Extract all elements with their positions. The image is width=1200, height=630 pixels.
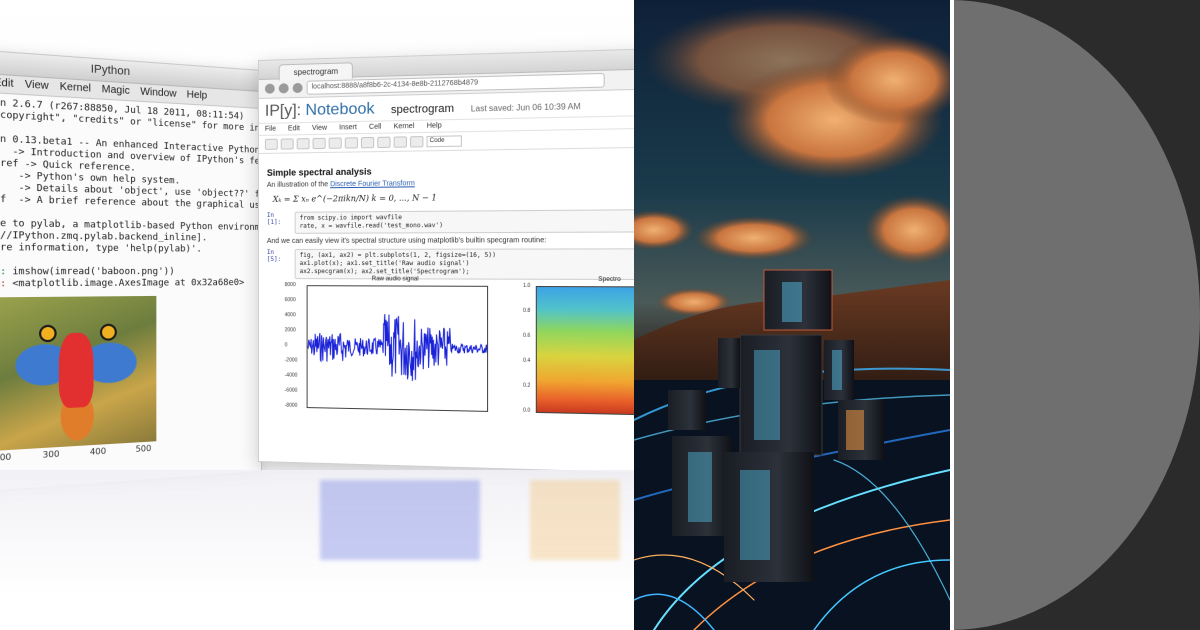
code-line: from scipy.io import wavfile (300, 214, 402, 222)
cell-input[interactable]: from scipy.io import wavfile rate, x = w… (295, 209, 634, 234)
notebook-menu-item[interactable]: Insert (339, 124, 357, 131)
terminal-menu-item[interactable]: Help (187, 87, 208, 105)
waveform-line (308, 313, 487, 382)
illustration-svg (634, 0, 950, 630)
add-cell-icon[interactable] (281, 138, 294, 149)
terminal-command[interactable]: imshow(imread('baboon.png')) (12, 267, 174, 278)
eye-shape (39, 325, 57, 343)
run-icon[interactable] (377, 137, 390, 148)
notebook-menu-item[interactable]: File (265, 126, 276, 133)
copy-icon[interactable] (313, 138, 326, 149)
y-tick-label: 1.0 (523, 283, 530, 289)
x-tick-label: 300 (43, 449, 60, 460)
terminal-menu-item[interactable]: Window (140, 84, 176, 103)
code-line: ax1.plot(x); ax1.set_title('Raw audio si… (300, 260, 470, 267)
y-tick-label: 6000 (285, 297, 296, 303)
terminal-menu-item[interactable]: View (25, 77, 49, 96)
terminal-line: ://IPython.zmq.pylab.backend_inline]. (0, 230, 207, 243)
code-cell[interactable]: In [1]: from scipy.io import wavfile rat… (267, 209, 634, 234)
waveform-svg (308, 286, 487, 411)
code-line: fig, (ax1, ax2) = plt.subplots(1, 2, fig… (300, 252, 496, 259)
markdown-heading: Simple spectral analysis (267, 163, 634, 178)
last-saved-status: Last saved: Jun 06 10:39 AM (471, 102, 581, 114)
y-tick-label: -8000 (285, 403, 298, 409)
notebook-menu-item[interactable]: Help (427, 122, 442, 129)
move-down-icon[interactable] (361, 137, 374, 148)
intro-text: An illustration of the (267, 181, 328, 189)
notebook-title[interactable]: spectrogram (391, 103, 454, 117)
spectrogram-plot (536, 286, 634, 416)
x-tick-label: 500 (136, 444, 152, 454)
cell-prompt: In [5]: (267, 249, 289, 279)
notebook-menu-item[interactable]: Edit (288, 125, 300, 132)
terminal-menu-item[interactable]: Edit (0, 75, 14, 94)
logo-notebook-text: Notebook (306, 100, 375, 119)
nose-shape (59, 333, 94, 409)
screenshot-collage-panel: IPython Edit View Kernel Magic Window He… (0, 0, 634, 630)
cloud-shapes (634, 5, 950, 316)
x-tick-label: 200 (0, 452, 11, 463)
y-tick-label: 0.2 (523, 383, 530, 389)
terminal-output: on 2.6.7 (r267:88850, Jul 18 2011, 08:11… (0, 90, 261, 291)
terminal-command-output: <matplotlib.image.AxesImage at 0x32a68e0… (12, 278, 244, 289)
stop-icon[interactable] (394, 136, 407, 147)
terminal-menu-item[interactable]: Kernel (60, 79, 91, 98)
cut-icon[interactable] (297, 138, 310, 149)
dft-equation: Xₖ = Σ xₙ e^(−2πikn/N) k = 0, ..., N − 1 (273, 191, 634, 204)
reflection-strip (300, 480, 620, 560)
y-tick-label: 4000 (285, 312, 296, 318)
move-up-icon[interactable] (345, 137, 358, 148)
cell-prompt: In [1]: (267, 212, 289, 234)
notebook-menu-item[interactable]: Cell (369, 124, 381, 131)
paste-icon[interactable] (329, 137, 342, 148)
cell-output-plots: Raw audio signal 8000 6000 4000 2000 0 -2000-… (267, 285, 634, 445)
reload-icon[interactable] (293, 83, 303, 93)
terminal-line: ore information, type 'help(pylab)'. (0, 242, 202, 254)
terminal-out-prompt: ]: (0, 279, 12, 290)
y-tick-label: -2000 (285, 357, 298, 363)
x-tick-label: 400 (90, 446, 106, 457)
eye-shape (100, 324, 117, 341)
y-tick-label: 8000 (285, 282, 296, 288)
y-tick-label: 0.4 (523, 358, 530, 364)
semicircle-svg (950, 0, 1200, 630)
code-line: ax2.specgram(x); ax2.set_title('Spectrog… (300, 268, 470, 275)
restart-icon[interactable] (410, 136, 423, 147)
markdown-text: An illustration of the Discrete Fourier … (267, 177, 634, 189)
y-tick-label: 0.6 (523, 333, 530, 339)
ipython-terminal-window: IPython Edit View Kernel Magic Window He… (0, 47, 262, 496)
y-tick-label: -4000 (285, 372, 298, 378)
terminal-in-prompt: ]: (0, 267, 12, 278)
logo-ip-text: IP[y]: (265, 102, 301, 120)
back-icon[interactable] (265, 84, 275, 94)
dark-side-panel (950, 0, 1200, 630)
notebook-content: Simple spectral analysis An illustration… (259, 148, 634, 446)
dft-link[interactable]: Discrete Fourier Transform (330, 180, 415, 188)
y-tick-label: 0.0 (523, 407, 530, 413)
y-tick-label: 0.8 (523, 308, 530, 314)
y-tick-label: 0 (285, 342, 288, 348)
notebook-logo[interactable]: IP[y]: Notebook (265, 100, 375, 121)
terminal-menu-item[interactable]: Magic (102, 82, 130, 101)
forward-icon[interactable] (279, 83, 289, 93)
waveform-plot (307, 285, 488, 412)
panel-divider (950, 0, 954, 630)
y-tick-label: -6000 (285, 387, 298, 393)
y-tick-label: 2000 (285, 327, 296, 333)
notebook-menu-item[interactable]: Kernel (394, 123, 415, 131)
ipython-notebook-window: spectrogram localhost:8888/a8f8b6-2c-413… (258, 48, 634, 474)
markdown-text: And we can easily view it's spectral str… (267, 237, 634, 245)
data-center-illustration (634, 0, 950, 630)
grey-semicircle (950, 0, 1200, 630)
browser-tab[interactable]: spectrogram (279, 62, 354, 80)
mandrill-image (0, 296, 156, 451)
code-line: rate, x = wavfile.read('test_mono.wav') (300, 222, 443, 230)
notebook-menu-item[interactable]: View (312, 125, 327, 132)
spectrogram-title: Spectro (598, 277, 621, 283)
save-icon[interactable] (265, 139, 278, 150)
cell-type-select[interactable]: Code (427, 135, 462, 147)
waveform-title: Raw audio signal (307, 276, 486, 283)
